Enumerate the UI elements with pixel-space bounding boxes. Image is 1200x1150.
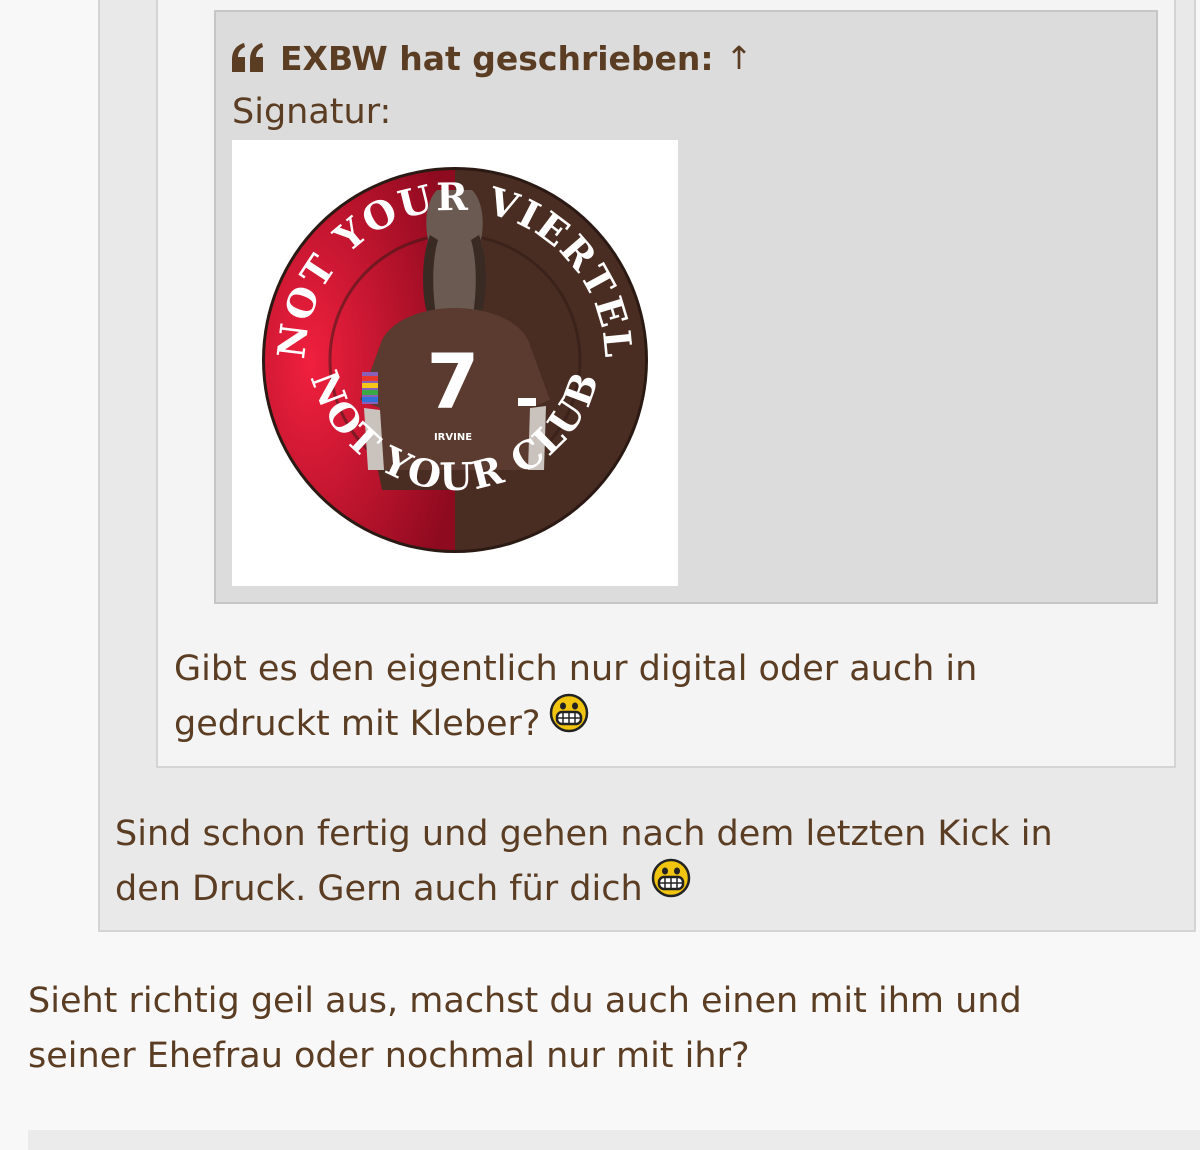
shirt-number: 7: [427, 337, 480, 426]
reply-line: Sieht richtig geil aus, machst du auch e…: [28, 981, 1022, 1021]
grinning-smiley-icon: [651, 858, 691, 915]
signature-image: 7 IRVINE NOT YOUR VIERTEL NOT YOUR CLUB: [232, 140, 678, 586]
grinning-smiley-icon: [549, 693, 589, 750]
outer-post-line: Sind schon fertig und gehen nach dem let…: [115, 814, 1053, 854]
reply-text: Sieht richtig geil aus, machst du auch e…: [28, 974, 1022, 1084]
outer-post-line: den Druck. Gern auch für dich: [115, 858, 1053, 917]
middle-post-text: Gibt es den eigentlich nur digital oder …: [174, 642, 977, 752]
quote-header: EXBW hat geschrieben: ↑: [230, 36, 752, 80]
outer-post-text: Sind schon fertig und gehen nach dem let…: [115, 807, 1053, 917]
middle-post-line: gedruckt mit Kleber?: [174, 693, 977, 752]
quote-icon: [230, 42, 266, 74]
middle-post-line: Gibt es den eigentlich nur digital oder …: [174, 649, 978, 689]
reply-line: seiner Ehefrau oder nochmal nur mit ihr?: [28, 1036, 750, 1076]
post-footer-bar: [28, 1130, 1200, 1150]
jump-to-post-arrow[interactable]: ↑: [726, 39, 753, 77]
signatur-label: Signatur:: [232, 92, 392, 132]
shirt-name: IRVINE: [434, 432, 472, 443]
quote-author-link[interactable]: EXBW hat geschrieben:: [280, 39, 714, 78]
